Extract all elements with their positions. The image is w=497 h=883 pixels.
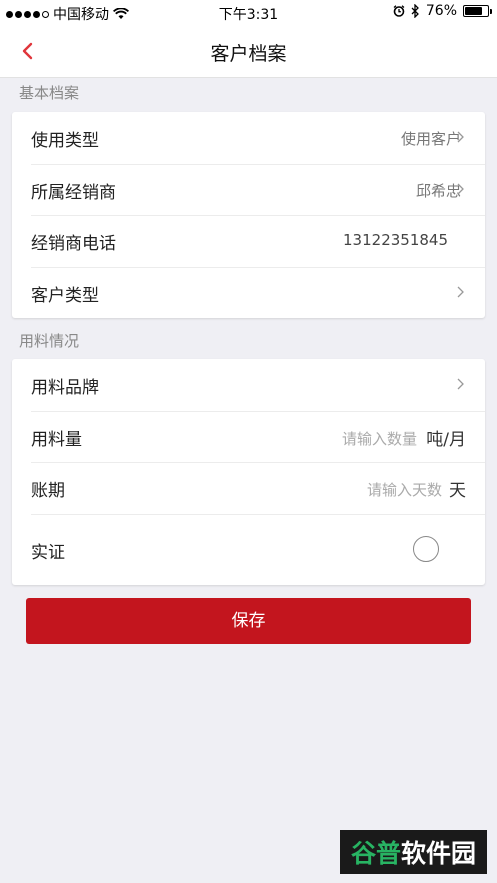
- period-unit: 天: [449, 481, 466, 501]
- battery-icon: [463, 5, 492, 17]
- alarm-icon: [393, 5, 405, 17]
- status-bar: 中国移动 下午3:31 76%: [0, 0, 497, 26]
- section-label-basic: 基本档案: [19, 84, 80, 102]
- save-button[interactable]: 保存: [26, 598, 471, 644]
- nav-bar: 客户档案: [0, 26, 497, 78]
- verified-label: 实证: [31, 542, 65, 563]
- watermark-text-green: 谷普: [350, 839, 401, 868]
- section-label-usage: 用料情况: [19, 332, 80, 350]
- row-usage-type[interactable]: 使用类型 使用客户: [12, 112, 485, 164]
- chevron-right-icon: [457, 183, 464, 194]
- payment-period-label: 账期: [31, 481, 65, 501]
- quantity-input[interactable]: 请输入数量: [342, 428, 417, 449]
- verified-radio[interactable]: [413, 535, 439, 562]
- chevron-right-icon: [457, 286, 464, 297]
- page-title: 客户档案: [210, 43, 287, 65]
- row-quantity: 用料量 请输入数量 吨/月: [12, 410, 485, 463]
- material-brand-label: 用料品牌: [31, 378, 99, 398]
- watermark-text-white: 软件园: [401, 839, 477, 868]
- chevron-right-icon: [457, 378, 464, 390]
- basic-info-card: 使用类型 使用客户 所属经销商 邱希忠 经销商电话 13122351845 客户…: [12, 112, 485, 318]
- quantity-label: 用料量: [31, 429, 82, 450]
- battery-percent: 76%: [425, 3, 457, 19]
- row-customer-type[interactable]: 客户类型: [12, 266, 485, 319]
- dealer-phone-value: 13122351845: [343, 231, 448, 249]
- dealer-label: 所属经销商: [31, 182, 116, 203]
- dealer-value: 邱希忠: [415, 181, 461, 200]
- usage-type-value: 使用客户: [400, 130, 461, 148]
- row-dealer-phone: 经销商电话 13122351845: [12, 215, 485, 267]
- usage-card: 用料品牌 用料量 请输入数量 吨/月 账期 请输入天数 天 实证: [12, 359, 485, 585]
- row-dealer[interactable]: 所属经销商 邱希忠: [12, 163, 485, 216]
- row-material-brand[interactable]: 用料品牌: [12, 359, 485, 411]
- period-input[interactable]: 请输入天数: [367, 479, 442, 500]
- watermark-logo: 谷普 软件园: [340, 830, 487, 874]
- quantity-unit: 吨/月: [426, 429, 466, 450]
- status-right: 76%: [393, 3, 492, 19]
- row-verified: 实证: [12, 513, 485, 585]
- chevron-right-icon: [457, 131, 464, 143]
- customer-type-label: 客户类型: [31, 285, 99, 306]
- bluetooth-icon: [411, 4, 419, 18]
- row-payment-period: 账期 请输入天数 天: [12, 462, 485, 514]
- usage-type-label: 使用类型: [31, 131, 99, 151]
- dealer-phone-label: 经销商电话: [31, 234, 116, 254]
